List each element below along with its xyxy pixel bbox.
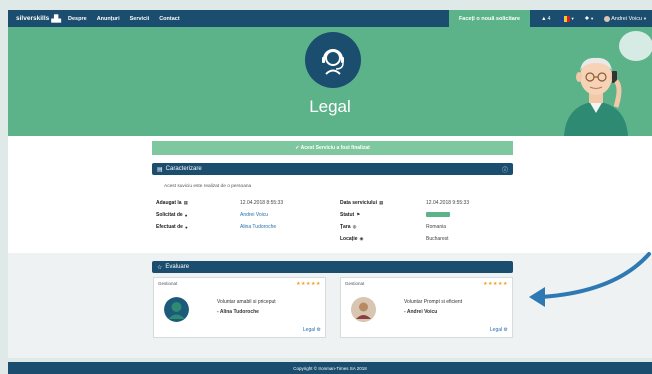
detail-row-location: Locație ◉ — [340, 236, 363, 242]
service-description: Acest suviciu este realizat de o persoan… — [164, 184, 252, 189]
bell-icon: ▲ — [541, 15, 547, 22]
review-card-title: Gestionat — [158, 281, 178, 286]
nav-links: Despre Anunțuri Servicii Contact — [68, 16, 180, 22]
flag-icon: ⚑ — [356, 212, 361, 217]
volunteer-link[interactable]: Alina Tudoroche — [240, 224, 276, 230]
notification-count: 4 — [547, 15, 551, 22]
rating-stars: ★★★★★ — [483, 281, 508, 287]
detail-value-service-date: 12.04.2018 9:55:33 — [426, 200, 469, 206]
review-card: Gestionat ★★★★★ Voluntar amabil si price… — [153, 277, 326, 338]
nav-link-despre[interactable]: Despre — [68, 16, 87, 22]
user-name: Andrei Voicu — [611, 15, 643, 22]
notifications-button[interactable]: ▲ 4 — [541, 16, 551, 22]
detail-label: Adaugat la — [156, 200, 182, 206]
requester-link[interactable]: Andrei Voicu — [240, 212, 268, 218]
detail-label: Statut — [340, 212, 355, 218]
service-icon-circle — [305, 32, 361, 88]
chevron-down-icon: ▼ — [570, 16, 575, 21]
detail-row-requested: Solicitat de ● — [156, 212, 187, 218]
elderly-man-illustration — [564, 57, 628, 136]
user-menu[interactable]: Andrei Voicu ▼ — [604, 15, 647, 22]
new-request-button[interactable]: Faceți o nouă solicitare — [448, 10, 531, 27]
evaluation-panel-header: ☆ Evaluare — [152, 261, 513, 273]
gear-icon: ✹ — [584, 15, 590, 22]
logo-icon: ▟▙ — [51, 15, 61, 23]
detail-row-service-date: Data serviciului ▦ — [340, 200, 383, 206]
calendar-icon: ▦ — [378, 200, 384, 205]
detail-label: Efectuat de — [156, 224, 183, 230]
map-pin-icon: ◉ — [359, 236, 364, 241]
user-avatar — [604, 15, 611, 22]
review-quote: Voluntar Prompt si eficient — [404, 299, 463, 305]
globe-icon: ◍ — [352, 224, 357, 229]
detail-value-performed[interactable]: Alina Tudoroche — [240, 224, 276, 230]
details-heading: Caracterizare — [165, 166, 202, 172]
default-avatar-icon — [164, 297, 189, 322]
detail-value-added: 12.04.2018 8:55:33 — [240, 200, 283, 206]
site-logo[interactable]: silverskills ▟▙ — [8, 15, 61, 23]
success-alert: ✔ Acest Serviciu a fost finalizat — [152, 141, 513, 155]
detail-value-requested[interactable]: Andrei Voicu — [240, 212, 268, 218]
hero-banner: Legal — [8, 27, 652, 136]
language-selector[interactable]: ▼ — [560, 15, 575, 22]
curved-arrow-icon — [529, 252, 651, 307]
user-icon: ● — [184, 224, 188, 230]
romania-flag-icon — [560, 15, 570, 22]
detail-value-location: Bucharest — [426, 236, 449, 242]
main-content: ✔ Acest Serviciu a fost finalizat ▤ Cara… — [8, 136, 652, 358]
detail-value: Romania — [426, 224, 447, 230]
footer: Copyright © Ironman-Times SA 2018 — [8, 362, 652, 374]
reviewer-photo-icon — [351, 297, 376, 322]
detail-value: 12.04.2018 9:55:33 — [426, 200, 470, 206]
review-link-label: Legal — [302, 327, 316, 333]
settings-menu[interactable]: ✹ ▼ — [585, 16, 595, 22]
detail-label: Locație — [340, 236, 358, 242]
top-navbar: silverskills ▟▙ Despre Anunțuri Servicii… — [8, 10, 652, 27]
star-outline-icon: ☆ — [157, 264, 163, 271]
reviewer-avatar — [351, 297, 376, 322]
detail-label: Țara — [340, 224, 351, 230]
headset-support-icon — [322, 49, 344, 75]
review-author: - Andrei Voicu — [404, 309, 438, 315]
detail-label: Solicitat de — [156, 212, 183, 218]
settings-icon: ⚙ — [316, 327, 321, 333]
rating-stars: ★★★★★ — [296, 281, 321, 287]
nav-right: Faceți o nouă solicitare ▲ 4 ▼ ✹ ▼ Andre… — [448, 10, 652, 27]
settings-icon: ⚙ — [503, 327, 508, 333]
chevron-down-icon: ▼ — [590, 16, 595, 21]
copyright-text: Copyright © Ironman-Times SA 2018 — [293, 365, 367, 371]
detail-row-country: Țara ◍ — [340, 224, 357, 230]
nav-link-contact[interactable]: Contact — [159, 16, 179, 22]
review-link-label: Legal — [489, 327, 503, 333]
detail-label: Data serviciului — [340, 200, 377, 206]
info-icon[interactable]: ⓘ — [502, 165, 508, 174]
nav-link-anunturi[interactable]: Anunțuri — [97, 16, 120, 22]
details-panel-header: ▤ Caracterizare ⓘ — [152, 163, 513, 175]
detail-value: 12.04.2018 8:55:33 — [240, 200, 284, 206]
document-icon: ▤ — [157, 166, 163, 173]
status-badge — [426, 212, 450, 217]
detail-value: Bucharest — [426, 236, 449, 242]
review-card-title: Gestionat — [345, 281, 365, 286]
logo-text: silverskills — [16, 15, 50, 22]
detail-value-country: Romania — [426, 224, 446, 230]
review-card: Gestionat ★★★★★ Voluntar Prompt si efici… — [340, 277, 513, 338]
calendar-icon: ▦ — [183, 200, 188, 205]
chevron-down-icon: ▼ — [643, 16, 647, 21]
evaluation-heading: Evaluare — [165, 264, 190, 270]
user-icon: ● — [184, 212, 188, 218]
review-service-link[interactable]: Legal ⚙ — [490, 327, 508, 333]
detail-value-status — [426, 212, 450, 217]
review-service-link[interactable]: Legal ⚙ — [303, 327, 321, 333]
review-quote: Voluntar amabil si priceput — [217, 299, 276, 305]
review-author: - Alina Tudoroche — [217, 309, 259, 315]
nav-link-servicii[interactable]: Servicii — [130, 16, 150, 22]
reviewer-avatar — [164, 297, 189, 322]
detail-row-status: Statut ⚑ — [340, 212, 360, 218]
detail-row-added: Adaugat la ▦ — [156, 200, 188, 206]
detail-row-performed: Efectuat de ● — [156, 224, 188, 230]
